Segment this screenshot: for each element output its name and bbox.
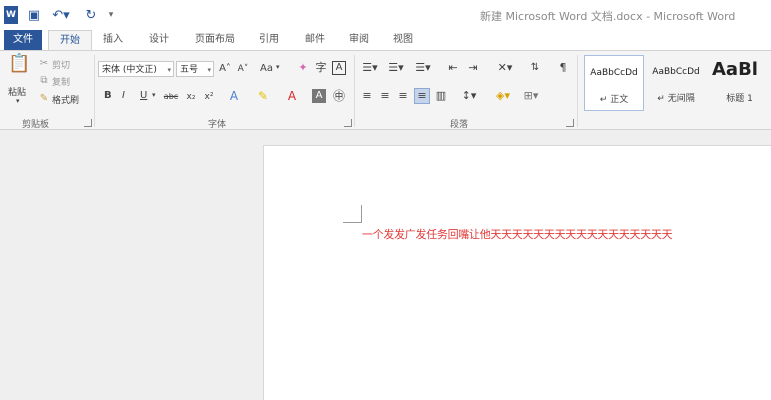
strikethrough-icon[interactable]: abc — [162, 90, 180, 104]
window-title: 新建 Microsoft Word 文档.docx - Microsoft Wo… — [480, 10, 736, 23]
change-case-dropdown-icon[interactable]: ▾ — [276, 63, 280, 71]
align-center-icon[interactable]: ≡ — [378, 89, 392, 103]
decrease-indent-icon[interactable]: ⇤ — [446, 61, 460, 75]
style-sample: AaBbCcDd — [590, 68, 638, 78]
separator — [354, 55, 355, 127]
copy-button[interactable]: 复制 — [52, 75, 70, 88]
tab-insert[interactable]: 插入 — [96, 30, 130, 50]
asian-layout-icon[interactable]: ✕▾ — [494, 61, 516, 75]
shading-icon[interactable]: ◈▾ — [492, 89, 514, 103]
multilevel-list-icon[interactable]: ☰▾ — [412, 61, 434, 75]
bold-button[interactable]: B — [104, 90, 112, 101]
underline-dropdown-icon[interactable]: ▾ — [152, 91, 156, 99]
clipboard-launcher-icon[interactable] — [84, 119, 92, 127]
format-painter-button[interactable]: 格式刷 — [52, 93, 79, 106]
document-text[interactable]: 一个发发广发任务回嘴让他天天天天天天天天天天天天天天天天天 — [362, 226, 673, 242]
paste-dropdown-icon[interactable]: ▾ — [16, 97, 20, 105]
font-size-combo[interactable]: 五号 ▾ — [176, 61, 214, 77]
text-effects-icon[interactable]: A — [226, 89, 242, 103]
style-heading-1[interactable]: AaBl 标题 1 — [708, 55, 771, 111]
style-sample: AaBl — [712, 59, 758, 80]
grow-font-icon[interactable]: A˄ — [218, 62, 232, 76]
align-right-icon[interactable]: ≡ — [396, 89, 410, 103]
save-icon[interactable]: ▣ — [26, 6, 42, 24]
line-spacing-icon[interactable]: ↕▾ — [458, 89, 480, 103]
chevron-down-icon: ▾ — [207, 66, 211, 74]
ribbon-tabs: 文件 开始 插入 设计 页面布局 引用 邮件 审阅 视图 — [0, 30, 771, 51]
character-shading-icon[interactable]: A — [312, 89, 326, 103]
margin-corner-mark — [343, 222, 361, 223]
phonetic-guide-icon[interactable]: 字 — [314, 61, 328, 75]
change-case-button[interactable]: Aa — [260, 63, 273, 74]
font-launcher-icon[interactable] — [344, 119, 352, 127]
clear-format-icon[interactable]: ✦ — [296, 61, 310, 75]
underline-button[interactable]: U — [140, 90, 147, 101]
styles-gallery: AaBbCcDd ↵ 正文 AaBbCcDd ↵ 无间隔 AaBl 标题 1 — [582, 55, 771, 113]
show-marks-icon[interactable]: ¶ — [556, 61, 570, 75]
margin-corner-mark — [361, 205, 362, 223]
copy-icon: ⧉ — [40, 75, 48, 86]
increase-indent-icon[interactable]: ⇥ — [466, 61, 480, 75]
customize-icon[interactable]: ▾ — [106, 6, 116, 24]
font-group-label: 字体 — [208, 120, 227, 130]
superscript-icon[interactable]: x² — [202, 90, 216, 104]
style-name: 标题 1 — [726, 94, 753, 104]
paragraph-launcher-icon[interactable] — [566, 119, 574, 127]
distributed-icon[interactable]: ▥ — [434, 89, 448, 103]
cut-icon: ✂ — [39, 58, 49, 69]
tab-design[interactable]: 设计 — [142, 30, 176, 50]
highlight-icon[interactable]: ✎ — [254, 89, 272, 103]
numbering-icon[interactable]: ☰▾ — [386, 61, 406, 75]
undo-icon[interactable]: ↶▾ — [50, 6, 72, 24]
enclose-characters-icon[interactable]: ㊥ — [332, 89, 346, 103]
italic-button[interactable]: I — [122, 90, 125, 101]
font-name-value: 宋体 (中文正) — [102, 65, 157, 75]
title-bar: W ▣ ↶▾ ↻ ▾ 新建 Microsoft Word 文档.docx - M… — [0, 0, 771, 30]
tab-review[interactable]: 审阅 — [342, 30, 376, 50]
font-color-icon[interactable]: A — [284, 89, 300, 103]
style-name: ↵ 正文 — [599, 95, 629, 105]
borders-icon[interactable]: ⊞▾ — [520, 89, 542, 103]
document-page[interactable] — [263, 145, 771, 400]
font-size-value: 五号 — [180, 65, 199, 75]
ribbon: 📋 粘贴 ▾ ✂ 剪切 ⧉ 复制 ✎ 格式刷 剪贴板 宋体 (中文正) ▾ 五号 ▾… — [0, 50, 771, 130]
style-name: ↵ 无间隔 — [657, 94, 695, 104]
justify-icon[interactable]: ≡ — [414, 88, 430, 104]
tab-view[interactable]: 视图 — [386, 30, 420, 50]
tab-home[interactable]: 开始 — [48, 30, 92, 51]
sort-icon[interactable]: ⇅ — [528, 61, 542, 75]
shrink-font-icon[interactable]: A˅ — [236, 62, 250, 76]
format-painter-icon: ✎ — [39, 93, 49, 104]
tab-references[interactable]: 引用 — [252, 30, 286, 50]
redo-icon[interactable]: ↻ — [84, 6, 98, 24]
paragraph-group-label: 段落 — [450, 120, 469, 130]
word-icon[interactable]: W — [4, 6, 18, 24]
separator — [577, 55, 578, 127]
subscript-icon[interactable]: x₂ — [184, 90, 198, 104]
align-left-icon[interactable]: ≡ — [360, 89, 374, 103]
style-no-spacing[interactable]: AaBbCcDd ↵ 无间隔 — [646, 55, 706, 111]
separator — [94, 55, 95, 127]
clipboard-group-label: 剪贴板 — [22, 120, 50, 130]
cut-button[interactable]: 剪切 — [52, 58, 70, 71]
style-normal[interactable]: AaBbCcDd ↵ 正文 — [584, 55, 644, 111]
tab-mailings[interactable]: 邮件 — [298, 30, 332, 50]
paste-icon[interactable]: 📋 — [8, 55, 30, 79]
tab-file[interactable]: 文件 — [4, 30, 42, 50]
bullets-icon[interactable]: ☰▾ — [360, 61, 380, 75]
font-name-combo[interactable]: 宋体 (中文正) ▾ — [98, 61, 174, 77]
style-sample: AaBbCcDd — [652, 67, 700, 77]
character-border-icon[interactable]: A — [332, 61, 346, 75]
chevron-down-icon: ▾ — [167, 66, 171, 74]
tab-layout[interactable]: 页面布局 — [188, 30, 242, 50]
